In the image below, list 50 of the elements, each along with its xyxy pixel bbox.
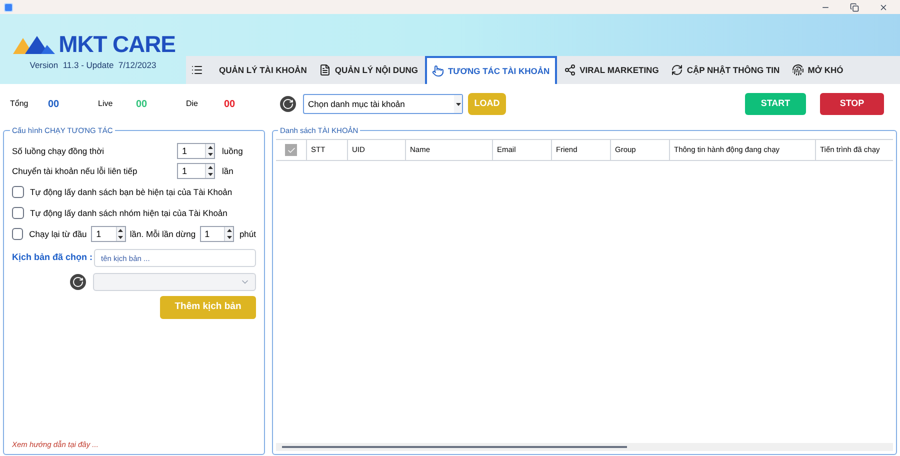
unit-label: lần	[222, 164, 234, 178]
down-arrow-icon[interactable]	[118, 236, 124, 239]
unit-label: phút	[239, 228, 256, 240]
tab[interactable]: TƯƠNG TÁC TÀI KHOẢN	[424, 56, 557, 84]
checkbox[interactable]	[12, 228, 24, 240]
stat-value: 00	[136, 98, 148, 112]
caret-icon[interactable]	[456, 102, 460, 106]
option-label: Tự động lấy danh sách bạn bè hiện tại của Tài Khoản	[30, 186, 232, 198]
down-arrow-icon[interactable]	[226, 236, 232, 239]
refresh-icon	[670, 64, 683, 76]
stat-value: 00	[224, 98, 236, 112]
stat-value: 00	[48, 98, 60, 112]
up-arrow-icon[interactable]	[226, 229, 232, 232]
category-dropdown[interactable]: Chọn danh mục tài khoản	[303, 94, 463, 114]
pointer-icon	[432, 65, 444, 77]
option-label: Chạy lại từ đầu	[29, 228, 88, 240]
setting-label: Số luồng chạy đồng thời	[12, 144, 106, 158]
fingerprint-icon	[792, 64, 804, 76]
unit-label: luồng	[222, 144, 243, 158]
down-arrow-icon[interactable]	[208, 153, 212, 156]
brand-name: MKT CARE	[58, 33, 176, 56]
checkbox[interactable]	[12, 186, 24, 198]
share-icon	[564, 64, 576, 76]
up-arrow-icon[interactable]	[118, 229, 124, 232]
up-arrow-icon[interactable]	[208, 146, 212, 149]
restore-icon[interactable]	[850, 2, 859, 12]
checkbox[interactable]	[12, 207, 24, 219]
refresh-icon[interactable]	[280, 96, 296, 112]
number-spinner[interactable]: 1	[177, 163, 215, 179]
up-arrow-icon[interactable]	[208, 166, 212, 169]
close-icon[interactable]	[879, 2, 888, 12]
script-label: Kịch bản đã chọn :	[12, 251, 94, 264]
option-label: Tự động lấy danh sách nhóm hiện tại của Tài Khoản	[30, 206, 228, 220]
document-icon	[318, 64, 331, 76]
setting-label: Chuyển tài khoản nếu lỗi liên tiếp	[12, 164, 138, 178]
number-spinner[interactable]: 1	[91, 226, 126, 242]
number-spinner[interactable]: 1	[177, 143, 215, 159]
number-spinner[interactable]: 1	[200, 226, 234, 242]
app-icon	[4, 2, 13, 12]
select-all-checkbox[interactable]	[285, 144, 297, 156]
refresh-icon[interactable]	[70, 274, 86, 290]
setting-label: lần. Mỗi lần dừng	[130, 228, 196, 240]
version-text: Version 11.3 - Update 7/12/2023	[30, 59, 156, 72]
logo-icon	[10, 34, 57, 56]
stat-label: Die	[186, 98, 200, 110]
stat-label: Live	[98, 98, 114, 110]
down-arrow-icon[interactable]	[208, 173, 212, 176]
check-icon	[286, 146, 296, 154]
stop-button[interactable]: STOP	[820, 93, 884, 115]
stat-label: Tổng	[10, 98, 30, 110]
